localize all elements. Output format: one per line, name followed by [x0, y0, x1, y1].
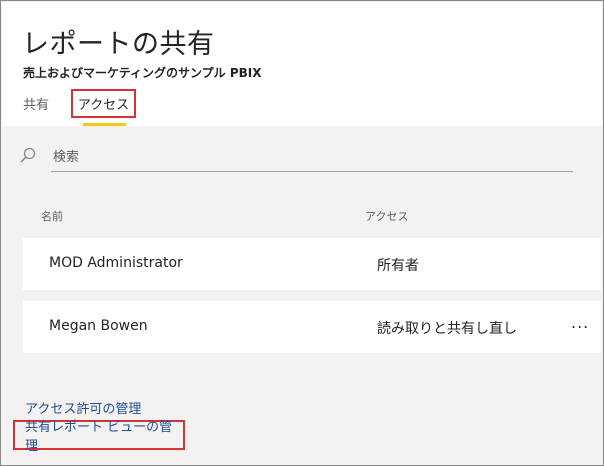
column-header-name: 名前	[41, 210, 63, 223]
column-header-access: アクセス	[365, 210, 409, 223]
search-icon	[20, 147, 36, 163]
panel-title: レポートの共有	[22, 29, 215, 60]
search-input[interactable]	[51, 144, 573, 172]
access-level: 所有者	[377, 258, 419, 274]
tab-access[interactable]: アクセス	[71, 89, 136, 118]
more-options-icon[interactable]: ...	[571, 313, 589, 332]
manage-shared-views-link[interactable]: 共有レポート ビューの管理	[13, 420, 185, 454]
access-level: 読み取りと共有し直し	[377, 321, 517, 337]
report-name: 売上およびマーケティングのサンプル PBIX	[23, 66, 262, 80]
user-name: Megan Bowen	[49, 318, 148, 334]
manage-shared-views-label: 共有レポート ビューの管理	[25, 420, 173, 454]
tab-share[interactable]: 共有	[23, 94, 49, 113]
share-report-panel: レポートの共有 売上およびマーケティングのサンプル PBIX 共有 アクセス 名…	[0, 0, 604, 466]
table-row: Megan Bowen 読み取りと共有し直し ...	[23, 301, 601, 353]
user-name: MOD Administrator	[49, 255, 183, 271]
manage-permissions-link[interactable]: アクセス許可の管理	[25, 398, 141, 417]
panel-header: レポートの共有 売上およびマーケティングのサンプル PBIX 共有 アクセス	[2, 2, 602, 126]
table-row: MOD Administrator 所有者	[23, 238, 601, 290]
active-tab-indicator	[83, 123, 126, 126]
